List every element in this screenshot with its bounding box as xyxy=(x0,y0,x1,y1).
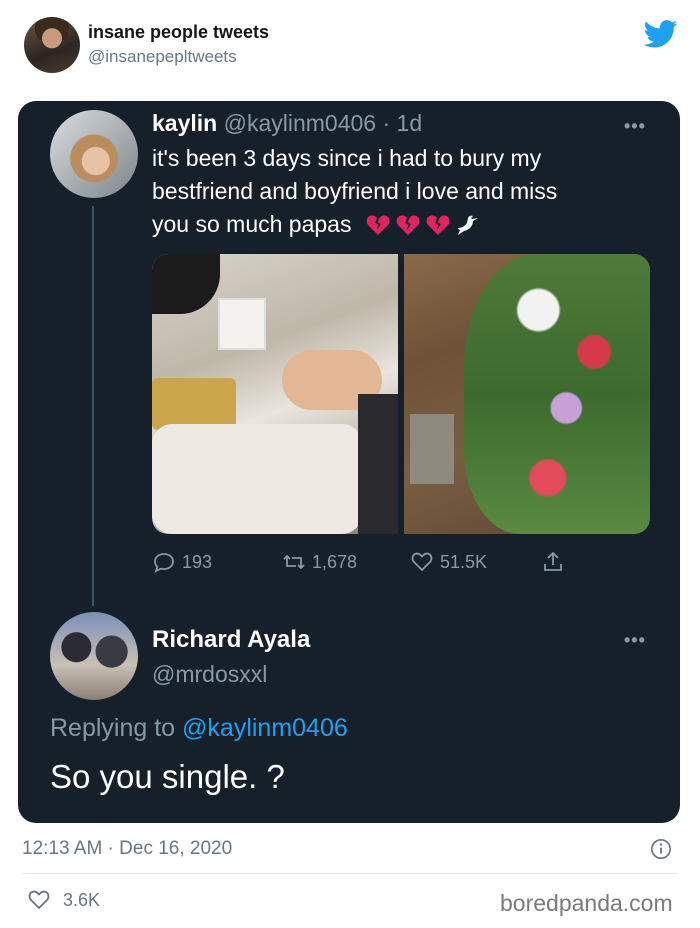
author-handle[interactable]: @kaylinm0406 xyxy=(224,110,376,136)
polaroid-shape xyxy=(218,298,266,350)
broken-heart-icon xyxy=(426,215,450,235)
reply-text: So you single. ? xyxy=(50,758,285,795)
retweet-count: 1,678 xyxy=(312,551,358,572)
photo-grave-flowers[interactable] xyxy=(404,254,650,534)
boredpanda-watermark: boredpanda.com xyxy=(500,890,673,916)
heart-icon xyxy=(411,552,433,572)
flowers-shape xyxy=(464,254,650,534)
broken-heart-icon xyxy=(366,215,390,235)
richard-avatar[interactable] xyxy=(50,612,138,700)
replying-to: Replying to @kaylinm0406 xyxy=(50,714,348,743)
footer-like-count: 3.6K xyxy=(63,889,101,910)
reply-button[interactable]: 193 xyxy=(152,550,212,574)
cap-shape xyxy=(152,254,220,314)
replying-to-prefix: Replying to xyxy=(50,714,176,742)
outer-account-handle[interactable]: @insanepepltweets xyxy=(88,47,237,67)
original-tweet-text: it's been 3 days since i had to bury my … xyxy=(152,142,652,241)
headstone-shape xyxy=(410,414,454,484)
sleeve-shape xyxy=(358,394,398,534)
author-name[interactable]: kaylin xyxy=(152,110,217,136)
footer-like-button[interactable]: 3.6K xyxy=(27,888,100,912)
can-shape xyxy=(152,378,236,430)
reply-author-handle[interactable]: @mrdosxxl xyxy=(152,661,267,688)
like-count: 51.5K xyxy=(440,551,488,572)
replying-to-handle-link[interactable]: @kaylinm0406 xyxy=(182,714,348,742)
footer-divider xyxy=(22,873,678,874)
casket-lining-shape xyxy=(152,424,362,534)
share-button[interactable] xyxy=(541,550,565,574)
photo-casket-items[interactable] xyxy=(152,254,398,534)
kaylin-avatar[interactable] xyxy=(50,110,138,198)
retweet-button[interactable]: 1,678 xyxy=(282,550,357,574)
tweet-timestamp[interactable]: 12:13 AM · Dec 16, 2020 xyxy=(22,838,232,860)
like-button[interactable]: 51.5K xyxy=(410,550,487,574)
tweet-text-line-3-words: you so much papas xyxy=(152,211,352,237)
outer-avatar[interactable] xyxy=(24,17,80,73)
tweet-text-line-3: you so much papas xyxy=(152,208,652,241)
thread-connector-line xyxy=(92,206,94,606)
retweet-icon xyxy=(283,554,305,570)
tweet-age: · 1d xyxy=(382,110,423,136)
tweet-media[interactable] xyxy=(152,254,650,534)
reply-count: 193 xyxy=(182,551,213,572)
reply-more-options-icon[interactable]: ••• xyxy=(624,630,646,651)
broken-heart-icon xyxy=(396,215,420,235)
original-tweet-author[interactable]: kaylin @kaylinm0406 · 1d xyxy=(152,110,422,137)
reply-author-name[interactable]: Richard Ayala xyxy=(152,626,310,654)
heart-icon xyxy=(28,890,50,910)
tweet-text-line-2: bestfriend and boyfriend i love and miss xyxy=(152,178,558,204)
dove-icon xyxy=(457,215,478,235)
more-options-icon[interactable]: ••• xyxy=(624,116,646,137)
reply-icon xyxy=(154,553,174,573)
outer-account-name[interactable]: insane people tweets xyxy=(88,22,269,43)
twitter-bird-icon xyxy=(644,20,678,48)
tweet-text-line-1: it's been 3 days since i had to bury my xyxy=(152,145,542,171)
info-icon[interactable] xyxy=(650,838,672,860)
share-icon xyxy=(544,551,562,571)
